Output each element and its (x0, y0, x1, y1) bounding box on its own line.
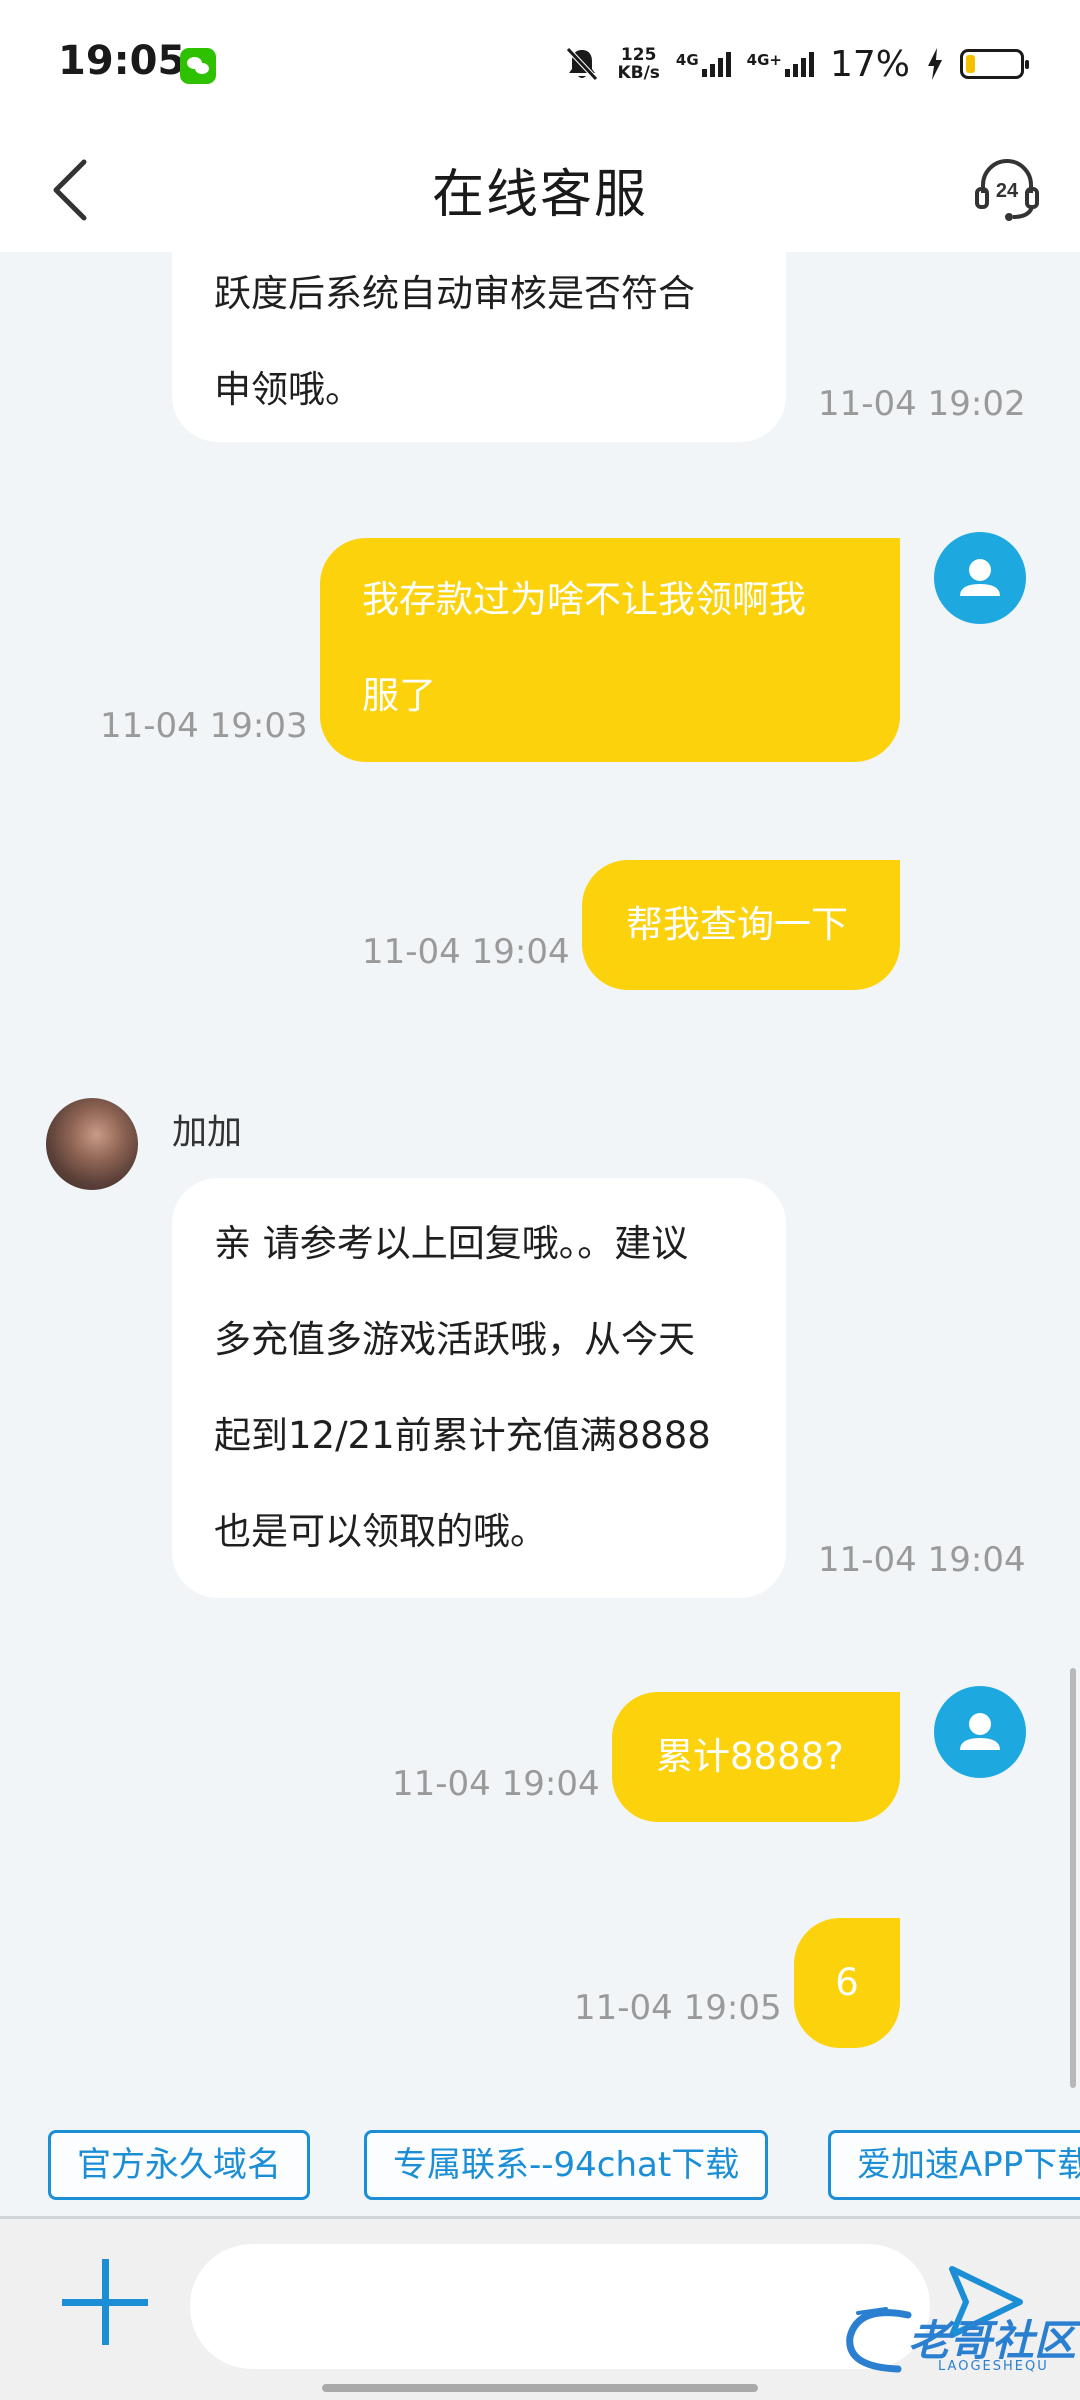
network-speed: 125 KB/s (617, 45, 660, 83)
support-badge: 24 (996, 180, 1019, 202)
user-message-bubble: 累计8888? (612, 1692, 900, 1822)
message-input[interactable] (190, 2244, 930, 2369)
signal-icon-2: 4G+ (747, 51, 814, 77)
home-indicator[interactable] (322, 2384, 758, 2392)
message-timestamp: 11-04 19:05 (574, 1988, 782, 2028)
agent-name: 加加 (172, 1113, 243, 1153)
chat-area[interactable]: 跃度后系统自动审核是否符合 申领哦。 11-04 19:02 我存款过为啥不让我… (0, 252, 1080, 2108)
chat-scrollbar[interactable] (1070, 1668, 1076, 2088)
battery-percent: 17% (829, 43, 910, 85)
battery-fill (966, 55, 975, 73)
message-timestamp: 11-04 19:04 (392, 1764, 600, 1804)
quick-reply-app-download[interactable]: 爱加速APP下载 (828, 2130, 1080, 2200)
quick-reply-94chat[interactable]: 专属联系--94chat下载 (364, 2130, 769, 2200)
plus-icon[interactable] (62, 2259, 148, 2345)
page-title: 在线客服 (431, 165, 648, 225)
user-icon (960, 559, 1000, 596)
charging-icon (928, 48, 942, 80)
app-header: 在线客服 24 (0, 130, 1080, 252)
message-timestamp: 11-04 19:04 (362, 932, 570, 972)
status-bar: 19:05 125 KB/s 4G 4G+ 17% (0, 0, 1080, 130)
user-icon (960, 1713, 1000, 1750)
support-24h-button[interactable]: 24 (962, 144, 1052, 234)
watermark-logo: 老哥社区 LAOGESHEQU (838, 2297, 1076, 2387)
agent-message-bubble: 亲 请参考以上回复哦。。建议 多充值多游戏活跃哦，从今天 起到12/21前累计充… (172, 1178, 786, 1598)
battery-icon (960, 49, 1029, 79)
wechat-icon (180, 48, 216, 84)
user-message-bubble: 我存款过为啥不让我领啊我 服了 (320, 538, 900, 762)
agent-avatar (46, 1098, 138, 1190)
status-time: 19:05 (58, 38, 186, 84)
input-bar: 老哥社区 LAOGESHEQU (0, 2219, 1080, 2400)
headset-24-icon: 24 (975, 159, 1039, 221)
message-timestamp: 11-04 19:03 (100, 706, 308, 746)
message-timestamp: 11-04 19:04 (818, 1540, 1026, 1580)
quick-reply-official-domain[interactable]: 官方永久域名 (48, 2130, 310, 2200)
agent-message-bubble: 跃度后系统自动审核是否符合 申领哦。 (172, 252, 786, 442)
message-timestamp: 11-04 19:02 (818, 384, 1026, 424)
watermark-subtext: LAOGESHEQU (938, 2359, 1049, 2374)
user-message-bubble: 6 (794, 1918, 900, 2048)
user-message-bubble: 帮我查询一下 (582, 860, 900, 990)
user-avatar (934, 532, 1026, 624)
quick-reply-bar: 官方永久域名 专属联系--94chat下载 爱加速APP下载 (0, 2108, 1080, 2218)
mute-bell-icon (566, 47, 599, 81)
signal-icon: 4G (676, 51, 731, 77)
user-avatar (934, 1686, 1026, 1778)
status-icons: 125 KB/s 4G 4G+ 17% (563, 38, 1029, 90)
